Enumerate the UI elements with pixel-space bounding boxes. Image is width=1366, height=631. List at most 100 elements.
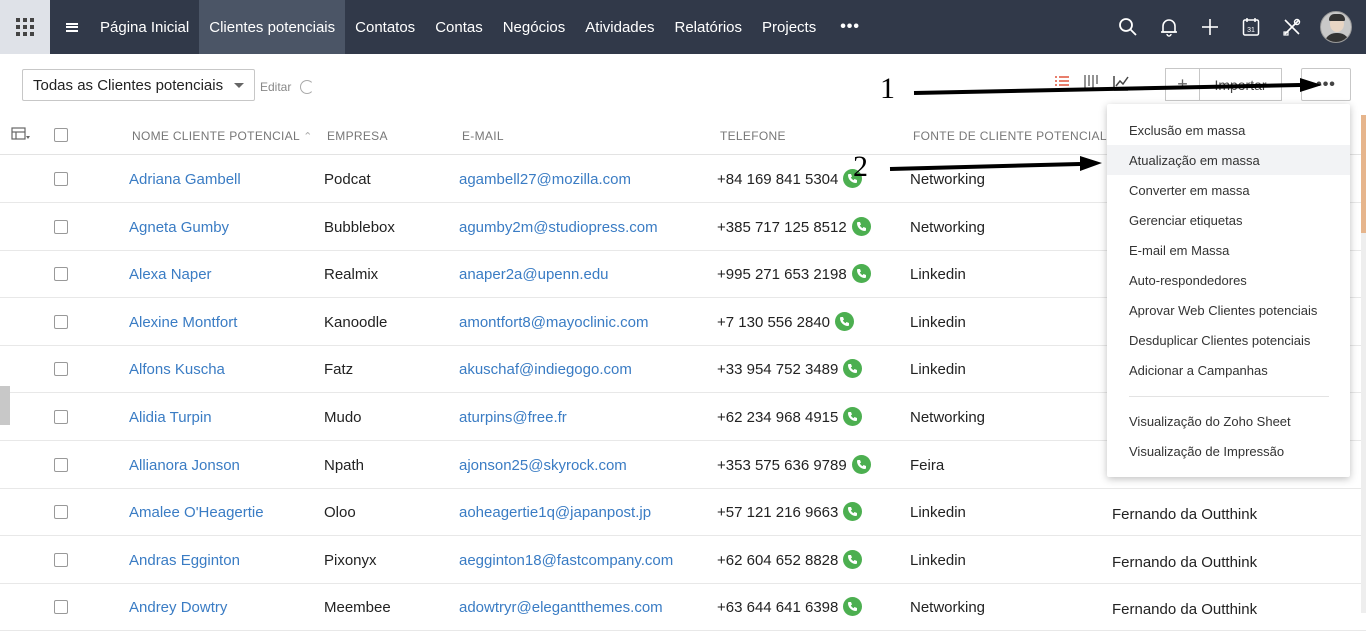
- avatar[interactable]: [1320, 11, 1352, 43]
- kanban-view-icon[interactable]: [1083, 74, 1099, 90]
- view-select-dropdown[interactable]: Todas as Clientes potenciais: [22, 69, 255, 101]
- email-link[interactable]: adowtryr@elegantthemes.com: [459, 599, 663, 616]
- calendar-icon[interactable]: 31: [1230, 0, 1271, 54]
- table-row[interactable]: Andras Egginton Pixonyx aegginton18@fastco…: [0, 536, 1366, 584]
- scrollbar-track[interactable]: [1361, 233, 1366, 613]
- phone-icon[interactable]: [843, 407, 863, 426]
- phone-icon[interactable]: [851, 216, 871, 236]
- list-view-icon[interactable]: [1054, 74, 1070, 90]
- lead-source-cell: Networking: [910, 409, 986, 426]
- annotation-label-2: 2: [853, 150, 868, 183]
- menu-item[interactable]: Atualização em massa: [1107, 145, 1350, 175]
- lead-name-link[interactable]: Alfons Kuscha: [129, 361, 225, 378]
- menu-item[interactable]: Auto-respondedores: [1107, 265, 1350, 295]
- nav-item-accounts[interactable]: Contas: [425, 0, 493, 54]
- nav-item-leads[interactable]: Clientes potenciais: [199, 0, 346, 54]
- phone-icon[interactable]: [851, 454, 871, 474]
- phone-icon[interactable]: [843, 502, 863, 522]
- lead-name-link[interactable]: Alidia Turpin: [129, 409, 212, 426]
- row-checkbox[interactable]: [54, 219, 68, 234]
- nav-item-contacts[interactable]: Contatos: [345, 0, 425, 54]
- nav-item-activities[interactable]: Atividades: [575, 0, 664, 54]
- view-select-label: Todas as Clientes potenciais: [33, 76, 224, 94]
- email-link[interactable]: akuschaf@indiegogo.com: [459, 361, 632, 378]
- plus-icon[interactable]: [1189, 0, 1230, 54]
- row-checkbox[interactable]: [54, 410, 68, 424]
- email-link[interactable]: ajonson25@skyrock.com: [459, 457, 627, 474]
- import-button[interactable]: Importar: [1199, 68, 1282, 101]
- column-header-email[interactable]: E-MAIL: [462, 129, 504, 143]
- menu-item[interactable]: Converter em massa: [1107, 175, 1350, 205]
- row-checkbox[interactable]: [54, 505, 68, 520]
- menu-item[interactable]: Visualização do Zoho Sheet: [1107, 406, 1350, 436]
- bell-icon[interactable]: [1148, 0, 1189, 54]
- company-cell: Oloo: [324, 504, 356, 522]
- lead-name-link[interactable]: Amalee O'Heagertie: [129, 504, 264, 521]
- phone-number: +995 271 653 2198: [717, 266, 847, 284]
- menu-item[interactable]: Desduplicar Clientes potenciais: [1107, 325, 1350, 355]
- select-all-checkbox[interactable]: [54, 128, 68, 142]
- nav-item-projects[interactable]: Projects: [752, 0, 826, 54]
- refresh-icon[interactable]: [300, 80, 314, 94]
- row-checkbox[interactable]: [54, 267, 68, 282]
- nav-item-reports[interactable]: Relatórios: [664, 0, 752, 54]
- menu-item[interactable]: E-mail em Massa: [1107, 235, 1350, 265]
- menu-icon[interactable]: [54, 0, 90, 54]
- row-checkbox[interactable]: [54, 457, 68, 472]
- phone-icon[interactable]: [843, 359, 863, 379]
- sort-asc-icon[interactable]: ⌃: [303, 131, 313, 143]
- lead-name-link[interactable]: Adriana Gambell: [129, 171, 241, 188]
- create-lead-button[interactable]: +: [1165, 68, 1199, 101]
- tools-icon[interactable]: [1271, 0, 1312, 54]
- email-link[interactable]: aoheagertie1q@japanpost.jp: [459, 504, 651, 521]
- chart-view-icon[interactable]: [1112, 74, 1129, 91]
- edit-view-link[interactable]: Editar: [260, 80, 291, 94]
- menu-item[interactable]: Aprovar Web Clientes potenciais: [1107, 295, 1350, 325]
- email-link[interactable]: agumby2m@studiopress.com: [459, 219, 658, 236]
- column-header-name[interactable]: NOME CLIENTE POTENCIAL ⌃: [132, 129, 313, 143]
- lead-owner-cell: Fernando da Outthink: [1112, 553, 1258, 571]
- row-checkbox[interactable]: [54, 172, 68, 186]
- lead-source-cell: Linkedin: [910, 266, 966, 284]
- lead-owner-cell: Fernando da Outthink: [1112, 506, 1258, 524]
- column-header-phone[interactable]: TELEFONE: [720, 129, 786, 143]
- table-row[interactable]: Andrey Dowtry Meembee adowtryr@elegantthem…: [0, 583, 1366, 631]
- more-actions-menu: Exclusão em massa Atualização em massa Con…: [1107, 104, 1350, 477]
- column-header-source[interactable]: FONTE DE CLIENTE POTENCIAL: [913, 129, 1107, 143]
- lead-name-link[interactable]: Andrey Dowtry: [129, 599, 227, 616]
- more-actions-button[interactable]: •••: [1301, 68, 1351, 101]
- phone-icon[interactable]: [843, 549, 863, 569]
- lead-name-link[interactable]: Alexa Naper: [129, 266, 212, 283]
- table-row[interactable]: Amalee O'Heagertie Oloo aoheagertie1q@japa…: [0, 488, 1366, 537]
- lead-name-link[interactable]: Andras Egginton: [129, 552, 240, 569]
- email-link[interactable]: aturpins@free.fr: [459, 409, 567, 426]
- lead-name-link[interactable]: Agneta Gumby: [129, 219, 229, 236]
- phone-icon[interactable]: [835, 311, 855, 331]
- lead-name-link[interactable]: Allianora Jonson: [129, 457, 240, 474]
- row-checkbox[interactable]: [54, 314, 68, 329]
- side-panel-toggle[interactable]: [0, 386, 10, 425]
- menu-item[interactable]: Visualização de Impressão: [1107, 436, 1350, 466]
- menu-item[interactable]: Adicionar a Campanhas: [1107, 355, 1350, 385]
- search-icon[interactable]: [1107, 0, 1148, 54]
- nav-more-button[interactable]: •••: [826, 18, 874, 36]
- row-checkbox[interactable]: [54, 600, 68, 615]
- email-link[interactable]: aegginton18@fastcompany.com: [459, 552, 673, 569]
- column-header-company[interactable]: EMPRESA: [327, 129, 388, 143]
- email-link[interactable]: agambell27@mozilla.com: [459, 171, 631, 188]
- phone-icon[interactable]: [843, 597, 863, 617]
- menu-item[interactable]: Gerenciar etiquetas: [1107, 205, 1350, 235]
- row-checkbox[interactable]: [54, 552, 68, 567]
- column-settings-icon[interactable]: [11, 127, 30, 141]
- nav-item-deals[interactable]: Negócios: [493, 0, 576, 54]
- menu-item[interactable]: Exclusão em massa: [1107, 115, 1350, 145]
- company-cell: Meembee: [324, 599, 391, 617]
- scrollbar-thumb[interactable]: [1361, 115, 1366, 233]
- lead-name-link[interactable]: Alexine Montfort: [129, 314, 237, 331]
- email-link[interactable]: amontfort8@mayoclinic.com: [459, 314, 648, 331]
- email-link[interactable]: anaper2a@upenn.edu: [459, 266, 609, 283]
- row-checkbox[interactable]: [54, 362, 68, 377]
- nav-item-home[interactable]: Página Inicial: [90, 0, 199, 54]
- apps-grid-icon[interactable]: [0, 0, 50, 54]
- phone-icon[interactable]: [851, 264, 871, 284]
